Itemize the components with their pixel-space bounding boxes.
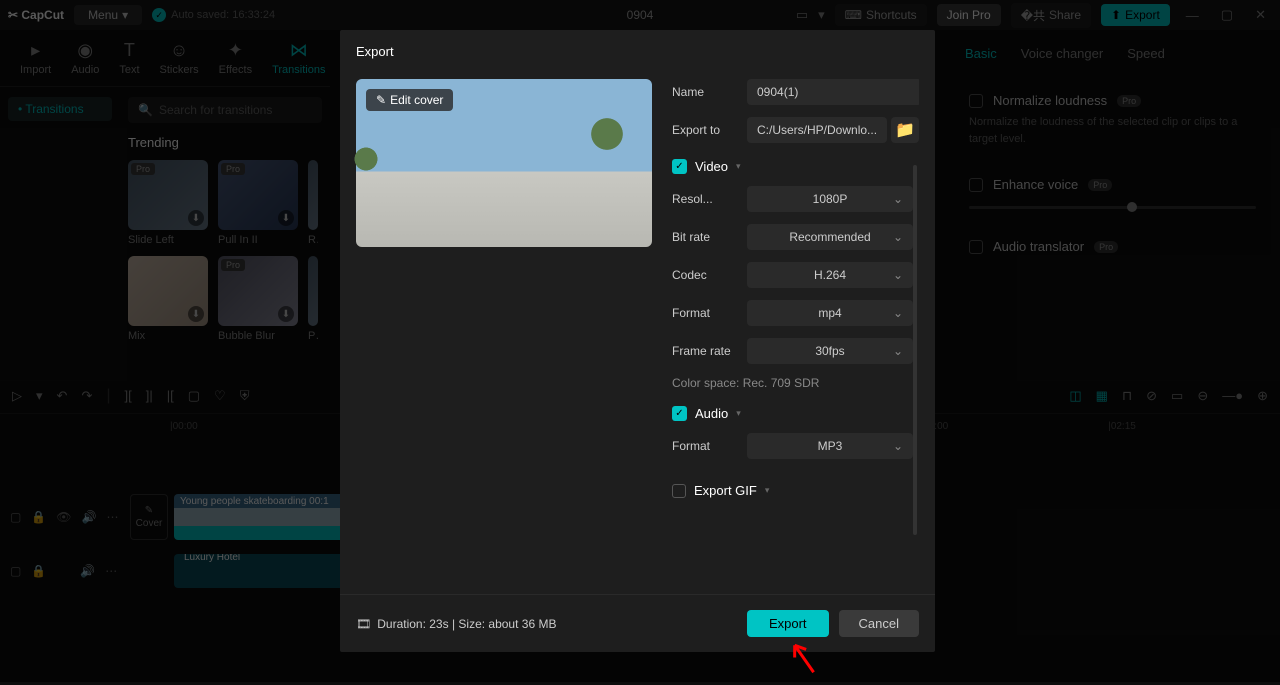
checkbox-off-icon[interactable]	[672, 484, 686, 498]
audio-section[interactable]: ✓ Audio▾	[672, 406, 913, 421]
codec-dropdown[interactable]: H.264	[747, 262, 913, 288]
audio-format-dropdown[interactable]: MP3	[747, 433, 913, 459]
colorspace-info: Color space: Rec. 709 SDR	[672, 376, 913, 390]
cancel-button[interactable]: Cancel	[839, 610, 919, 637]
folder-icon: 📁	[895, 120, 915, 140]
format-dropdown[interactable]: mp4	[747, 300, 913, 326]
audio-format-label: Format	[672, 439, 747, 453]
exportto-label: Export to	[672, 123, 747, 137]
duration-info: 🎞 Duration: 23s | Size: about 36 MB	[356, 617, 556, 631]
framerate-dropdown[interactable]: 30fps	[747, 338, 913, 364]
name-input[interactable]	[747, 79, 919, 105]
checkbox-on-icon[interactable]: ✓	[672, 159, 687, 174]
pencil-icon: ✎	[376, 93, 386, 107]
resolution-label: Resol...	[672, 192, 747, 206]
exportto-path: C:/Users/HP/Downlo...	[747, 117, 887, 143]
export-modal: Export ✎Edit cover Name Export to C:/Use…	[340, 30, 935, 652]
name-label: Name	[672, 85, 747, 99]
codec-label: Codec	[672, 268, 747, 282]
format-label: Format	[672, 306, 747, 320]
film-icon: 🎞	[356, 617, 371, 631]
framerate-label: Frame rate	[672, 344, 747, 358]
resolution-dropdown[interactable]: 1080P	[747, 186, 913, 212]
video-section[interactable]: ✓ Video▾	[672, 159, 913, 174]
browse-folder-button[interactable]: 📁	[891, 117, 919, 143]
bitrate-dropdown[interactable]: Recommended	[747, 224, 913, 250]
modal-title: Export	[340, 30, 935, 73]
export-button[interactable]: Export	[747, 610, 829, 637]
bitrate-label: Bit rate	[672, 230, 747, 244]
cover-preview: ✎Edit cover	[356, 79, 652, 247]
scrollbar[interactable]	[913, 165, 917, 535]
edit-cover-button[interactable]: ✎Edit cover	[366, 89, 453, 111]
checkbox-on-icon[interactable]: ✓	[672, 406, 687, 421]
gif-section[interactable]: Export GIF▾	[672, 483, 913, 498]
